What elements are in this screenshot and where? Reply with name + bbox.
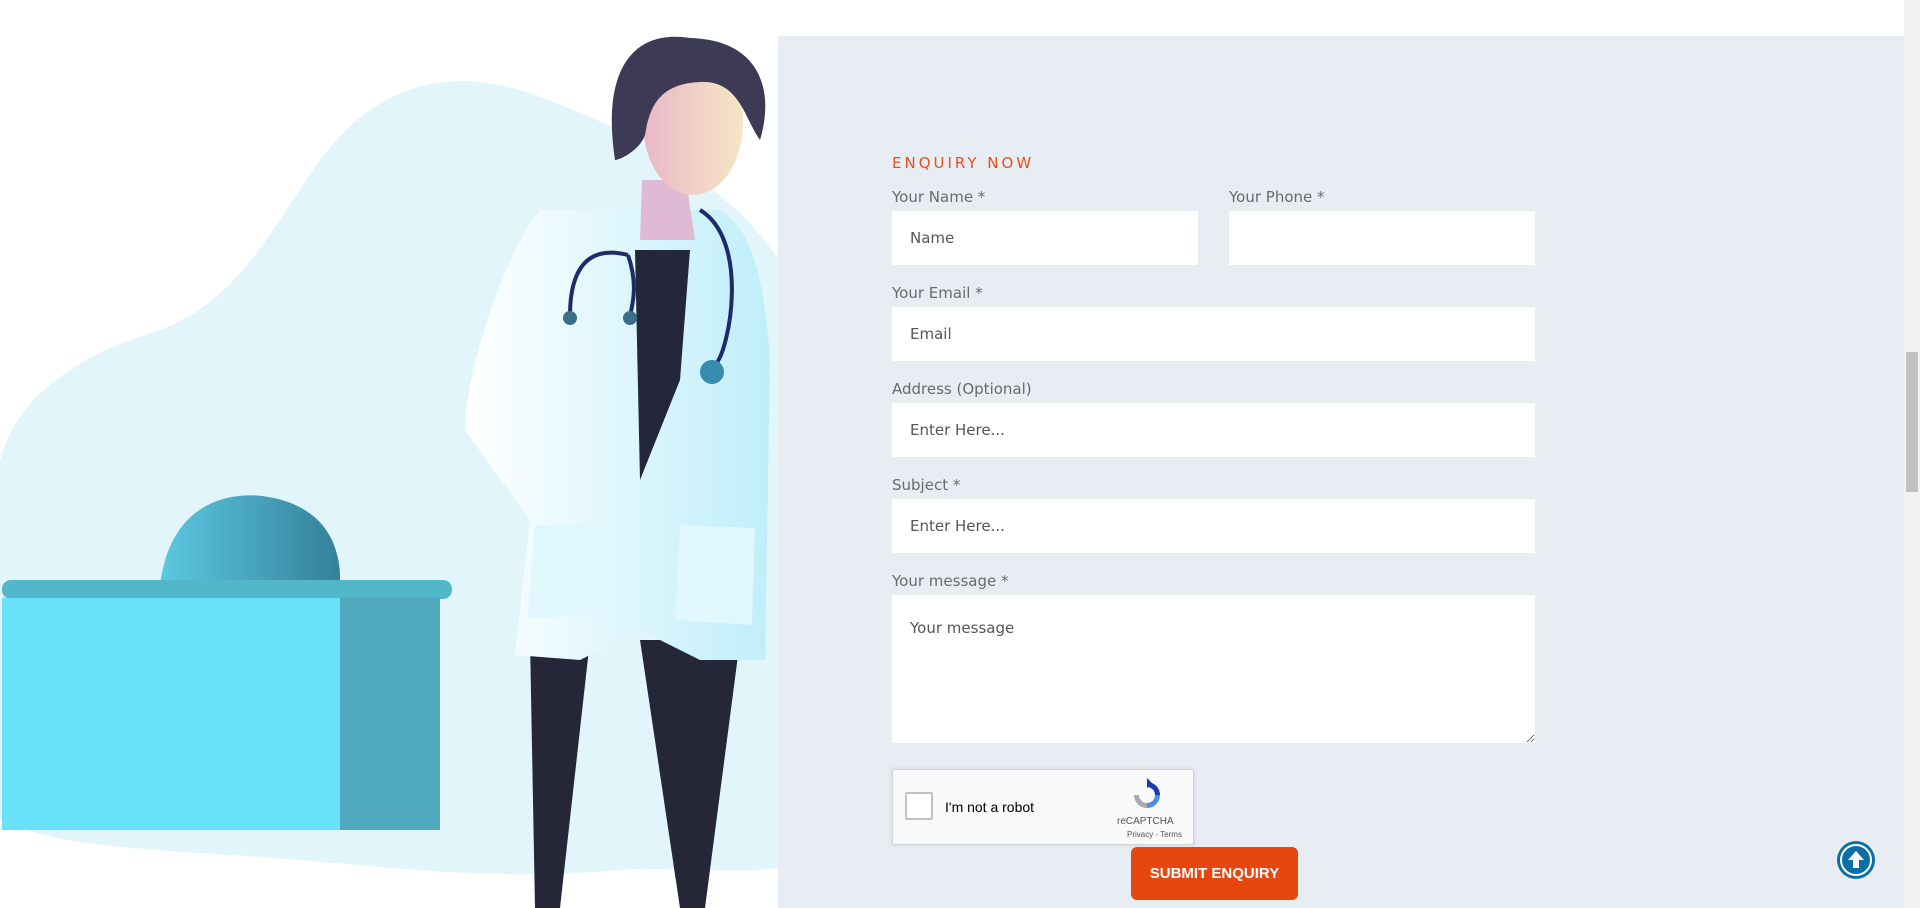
coat-pocket-left bbox=[528, 525, 615, 618]
email-label: Your Email * bbox=[892, 284, 983, 302]
doctor-illustration bbox=[0, 36, 780, 908]
phone-label: Your Phone * bbox=[1229, 188, 1325, 206]
subject-input[interactable] bbox=[892, 499, 1535, 553]
recaptcha-widget: I'm not a robot reCAPTCHA Privacy - Term… bbox=[892, 769, 1194, 845]
desk-top bbox=[2, 580, 452, 599]
name-input[interactable] bbox=[892, 211, 1198, 265]
address-input[interactable] bbox=[892, 403, 1535, 457]
recaptcha-label: I'm not a robot bbox=[945, 799, 1035, 815]
submit-enquiry-button[interactable]: SUBMIT ENQUIRY bbox=[1131, 847, 1298, 900]
back-to-top-button[interactable] bbox=[1837, 841, 1875, 879]
enquiry-section-title: ENQUIRY NOW bbox=[892, 154, 1035, 172]
recaptcha-checkbox[interactable] bbox=[905, 792, 933, 820]
name-label: Your Name * bbox=[892, 188, 986, 206]
address-label: Address (Optional) bbox=[892, 380, 1032, 398]
arrow-up-icon bbox=[1840, 844, 1872, 876]
recaptcha-brand: reCAPTCHA bbox=[1117, 816, 1174, 827]
email-input[interactable] bbox=[892, 307, 1535, 361]
stethoscope-chestpiece bbox=[700, 360, 724, 384]
phone-input[interactable] bbox=[1229, 211, 1535, 265]
desk-front bbox=[2, 598, 340, 830]
page-scrollbar-thumb[interactable] bbox=[1906, 352, 1918, 492]
recaptcha-logo-icon bbox=[1134, 778, 1160, 808]
message-textarea[interactable] bbox=[892, 595, 1535, 743]
recaptcha-privacy-terms-links[interactable]: Privacy - Terms bbox=[1127, 830, 1182, 839]
subject-label: Subject * bbox=[892, 476, 961, 494]
message-label: Your message * bbox=[892, 572, 1009, 590]
desk-side bbox=[340, 598, 440, 830]
coat-pocket-right bbox=[675, 525, 755, 625]
